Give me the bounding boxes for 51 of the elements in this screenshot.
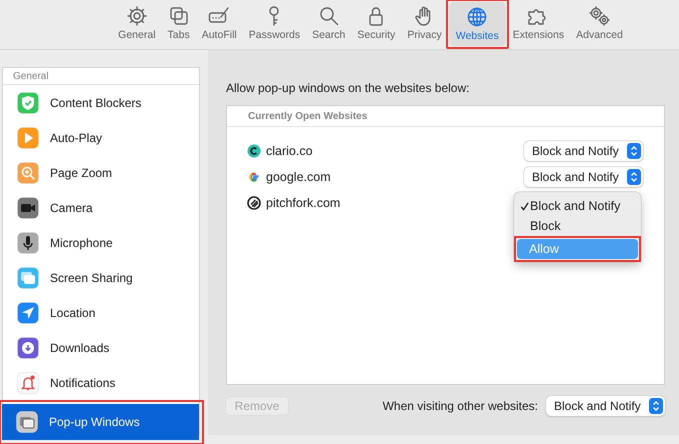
site-name: pitchfork.com <box>266 196 340 210</box>
toolbar-tab[interactable]: General <box>113 2 161 43</box>
other-websites-label: When visiting other websites: <box>382 398 538 412</box>
toolbar-tab[interactable]: Privacy <box>402 2 447 43</box>
setting-dropdown[interactable]: Block and Notify <box>524 167 643 187</box>
toolbar-tab[interactable]: Advanced <box>571 2 628 43</box>
gears-icon <box>588 5 610 27</box>
site-logo-icon <box>247 144 261 158</box>
sidebar-item[interactable]: Downloads <box>3 330 199 365</box>
tabs-icon <box>168 5 190 27</box>
download-icon <box>17 336 39 358</box>
stepper-icon <box>649 398 663 414</box>
sidebar-item[interactable]: Screen Sharing <box>3 260 199 295</box>
section-header: General <box>3 68 199 85</box>
windows-icon <box>16 411 38 433</box>
toolbar-tab[interactable]: Security <box>352 2 400 43</box>
gear-icon <box>126 5 148 27</box>
stepper-icon <box>627 143 641 159</box>
shield-icon <box>17 92 39 114</box>
sidebar-item[interactable]: Auto-Play <box>3 120 199 155</box>
site-name: clario.co <box>266 144 313 158</box>
stepper-icon <box>627 169 641 185</box>
description-text: Allow pop-up windows on the websites below: <box>226 81 470 97</box>
sidebar-item[interactable]: Content Blockers <box>3 85 199 120</box>
menu-option[interactable]: Block <box>518 216 637 236</box>
toolbar-tab[interactable]: Extensions <box>508 2 570 43</box>
list-header: Currently Open Websites <box>227 106 664 127</box>
sidebar-item[interactable]: Microphone <box>3 225 199 260</box>
sidebar-item[interactable]: Pop-up Windows <box>2 404 199 440</box>
sidebar-item[interactable]: Page Zoom <box>3 155 199 190</box>
toolbar-tab[interactable]: Tabs <box>162 2 195 43</box>
windows-icon <box>17 266 39 288</box>
toolbar-tab[interactable]: Search <box>307 2 350 43</box>
microphone-icon <box>17 232 39 254</box>
site-logo-icon <box>247 170 261 184</box>
globe-icon <box>466 6 488 28</box>
site-name: google.com <box>266 170 331 184</box>
play-icon <box>17 126 39 148</box>
zoom-icon <box>17 162 39 184</box>
search-icon <box>318 5 340 27</box>
sidebar-item[interactable]: Notifications <box>3 365 199 400</box>
sidebar-item[interactable]: Camera <box>3 190 199 225</box>
camera-icon <box>17 196 39 218</box>
setting-dropdown[interactable]: Block and Notify <box>546 396 665 416</box>
site-logo-icon <box>247 196 261 210</box>
menu-option[interactable]: Block and Notify <box>518 196 637 216</box>
setting-dropdown[interactable]: Block and Notify <box>524 141 643 161</box>
sidebar-item[interactable]: Location <box>3 295 199 330</box>
bell-icon <box>17 372 39 394</box>
toolbar-tab[interactable]: AutoFill <box>196 2 242 43</box>
toolbar-tab[interactable]: Passwords <box>244 2 306 43</box>
